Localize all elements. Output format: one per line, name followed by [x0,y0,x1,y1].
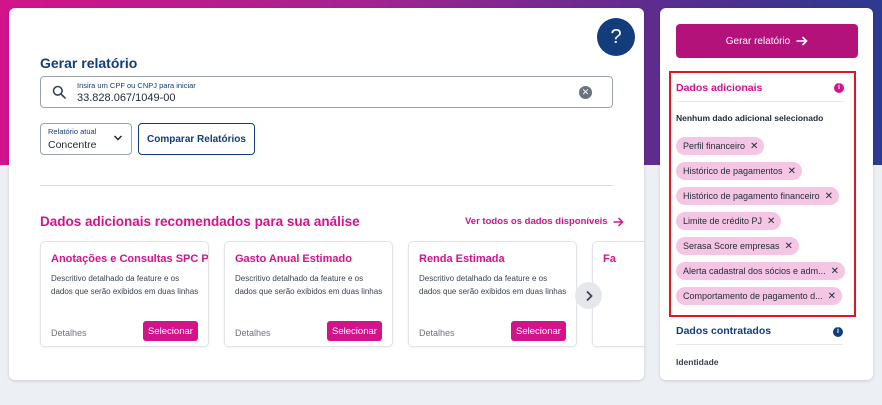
current-report-select[interactable]: Relatório atual Concentre [40,123,132,155]
remove-chip-icon[interactable]: ✕ [828,291,836,302]
chip-label: Alerta cadastral dos sócios e adm... [683,266,826,276]
recommended-section-title: Dados adicionais recomendados para sua a… [40,214,360,229]
additional-data-panel: Dados adicionais i Nenhum dado adicional… [669,71,856,317]
generate-report-button[interactable]: Gerar relatório [676,24,858,58]
remove-chip-icon[interactable]: ✕ [767,216,775,227]
chip-label: Comportamento de pagamento d... [683,291,823,301]
feature-details-link[interactable]: Detalhes [235,328,271,338]
select-feature-button[interactable]: Selecionar [511,321,566,341]
selected-data-chip: Histórico de pagamentos ✕ [676,162,802,180]
chip-label: Histórico de pagamento financeiro [683,191,820,201]
remove-chip-icon[interactable]: ✕ [825,191,833,202]
selected-data-chip: Limite de crédito PJ ✕ [676,212,782,230]
feature-description: Descritivo detalhado da feature e os dad… [419,274,567,296]
report-sidebar: Gerar relatório Dados adicionais i Nenhu… [660,8,873,380]
selected-data-chip: Perfil financeiro ✕ [676,137,765,155]
chip-label: Histórico de pagamentos [683,166,783,176]
help-icon: ? [610,25,622,48]
see-all-data-link[interactable]: Ver todos os dados disponíveis [465,216,624,227]
contracted-data-item: Identidade [676,357,719,367]
remove-chip-icon[interactable]: ✕ [831,266,839,277]
feature-name: Renda Estimada [419,253,505,265]
help-button[interactable]: ? [597,18,635,56]
additional-data-title: Dados adicionais [676,82,763,94]
selected-data-chip: Serasa Score empresas ✕ [676,237,799,255]
report-main-card: ? Gerar relatório Insira um CPF ou CNPJ … [9,8,644,380]
feature-name: Gasto Anual Estimado [235,253,352,265]
chip-label: Perfil financeiro [683,141,746,151]
feature-description: Descritivo detalhado da feature e os dad… [51,274,199,296]
chip-label: Serasa Score empresas [683,241,780,251]
panel-divider [676,344,843,345]
feature-details-link[interactable]: Detalhes [419,328,455,338]
document-search-input[interactable]: Insira um CPF ou CNPJ para iniciar 33.82… [40,76,613,108]
chevron-right-icon [585,290,593,301]
clear-search-icon[interactable]: ✕ [579,86,592,99]
feature-name: Fa [603,253,616,265]
select-feature-button[interactable]: Selecionar [327,321,382,341]
current-report-value: Concentre [48,139,97,151]
page-title: Gerar relatório [40,55,138,71]
search-icon [52,85,66,99]
remove-chip-icon[interactable]: ✕ [750,141,758,152]
see-all-label: Ver todos os dados disponíveis [465,216,608,227]
feature-name: Anotações e Consultas SPC PJ [51,253,209,265]
chip-label: Limite de crédito PJ [683,216,763,226]
feature-card[interactable]: Renda Estimada Descritivo detalhado da f… [408,241,577,347]
contracted-data-title: Dados contratados [676,325,772,337]
remove-chip-icon[interactable]: ✕ [785,241,793,252]
feature-card[interactable]: Anotações e Consultas SPC PJ Descritivo … [40,241,209,347]
current-report-label: Relatório atual [48,127,97,136]
search-input-value[interactable]: 33.828.067/1049-00 [77,92,175,104]
selected-data-chip: Histórico de pagamento financeiro ✕ [676,187,839,205]
feature-description: Descritivo detalhado da feature e os dad… [235,274,383,296]
selected-data-chip: Comportamento de pagamento d... ✕ [676,287,842,305]
feature-card[interactable]: Gasto Anual Estimado Descritivo detalhad… [224,241,393,347]
search-input-label: Insira um CPF ou CNPJ para iniciar [77,81,196,90]
arrow-right-icon [613,216,624,227]
arrow-right-icon [796,36,808,46]
selected-data-chip: Alerta cadastral dos sócios e adm... ✕ [676,262,845,280]
chevron-down-icon [113,135,123,141]
carousel-next-button[interactable] [575,282,602,309]
feature-details-link[interactable]: Detalhes [51,328,87,338]
info-icon[interactable]: i [833,327,843,337]
generate-report-label: Gerar relatório [725,35,791,47]
info-icon[interactable]: i [834,83,844,93]
compare-reports-button[interactable]: Comparar Relatórios [138,123,255,155]
select-feature-button[interactable]: Selecionar [143,321,198,341]
remove-chip-icon[interactable]: ✕ [788,166,796,177]
empty-selection-text: Nenhum dado adicional selecionado [676,113,824,123]
section-divider [40,185,613,186]
panel-divider [676,101,844,102]
